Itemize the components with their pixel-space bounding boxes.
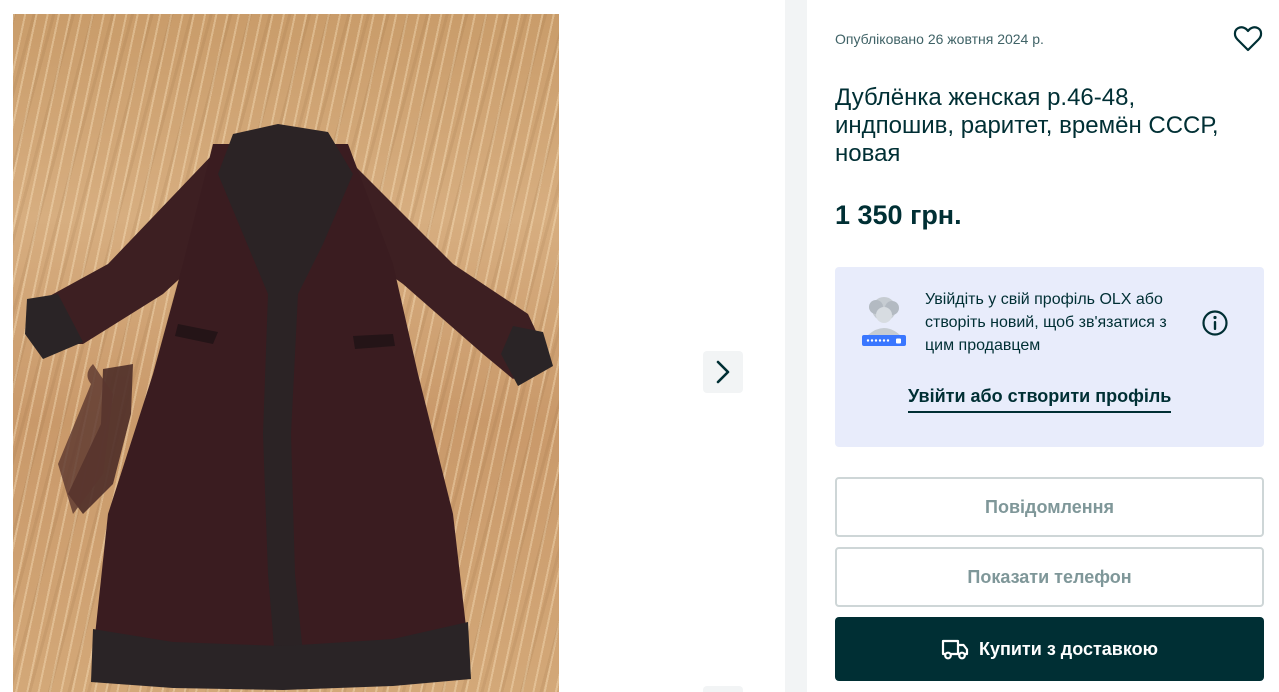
chevron-right-icon (716, 360, 730, 384)
favorite-button[interactable] (1233, 25, 1263, 53)
login-prompt: Увійдіть у свій профіль OLX або створіть… (835, 267, 1264, 447)
next-photo-button[interactable] (703, 351, 743, 393)
truck-icon (941, 639, 969, 660)
listing-title: Дублёнка женская р.46-48, индпошив, рари… (835, 84, 1219, 167)
listing-photo[interactable] (13, 14, 559, 692)
published-date: Опубліковано 26 жовтня 2024 р. (835, 31, 1044, 47)
heart-icon (1233, 26, 1263, 52)
thumbnail-edge (703, 686, 743, 692)
info-icon[interactable] (1201, 309, 1229, 337)
gallery (0, 0, 785, 692)
listing-panel: Опубліковано 26 жовтня 2024 р. Дублёнка … (807, 0, 1279, 692)
column-divider (785, 0, 807, 692)
listing-price: 1 350 грн. (835, 200, 962, 230)
buy-with-delivery-button[interactable]: Купити з доставкою (835, 617, 1264, 681)
coat-illustration (25, 124, 553, 690)
login-prompt-text: Увійдіть у свій профіль OLX або створіть… (925, 291, 1167, 354)
login-or-register-link[interactable]: Увійти або створити профіль (908, 386, 1172, 413)
show-phone-button[interactable]: Показати телефон (835, 547, 1264, 607)
message-button[interactable]: Повідомлення (835, 477, 1264, 537)
buy-with-delivery-label: Купити з доставкою (979, 638, 1158, 659)
profile-placeholder-icon (862, 297, 906, 346)
show-phone-button-label: Показати телефон (967, 566, 1132, 587)
message-button-label: Повідомлення (985, 496, 1114, 517)
